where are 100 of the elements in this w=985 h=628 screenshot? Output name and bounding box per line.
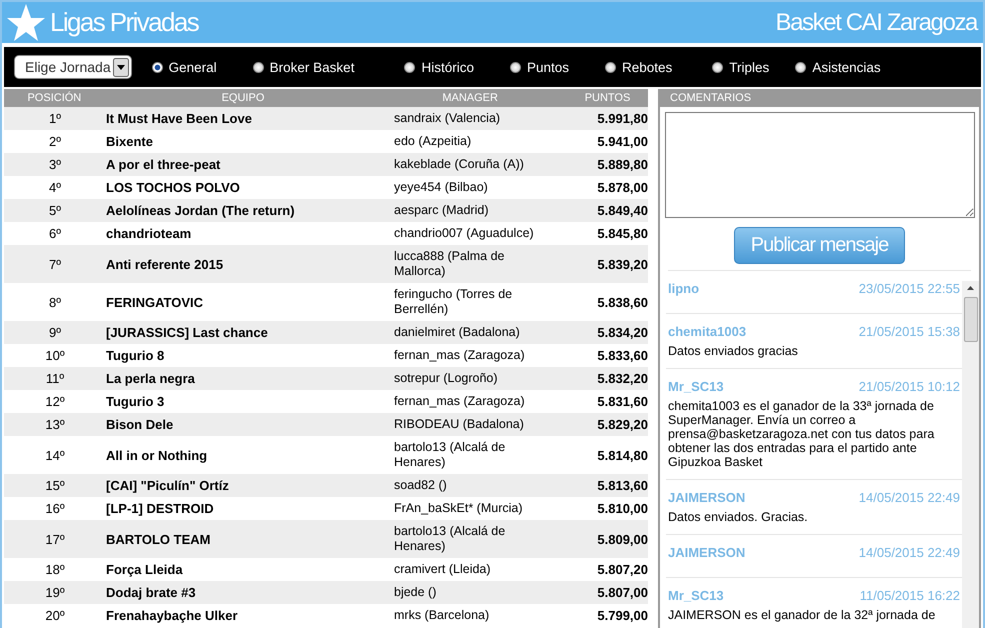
table-cell: 5.834,20 (597, 325, 648, 340)
table-cell: sandraix (Valencia) (394, 111, 500, 125)
comment-date: 14/05/2015 22:49 (858, 545, 960, 560)
table-cell: chandrioteam (106, 226, 192, 241)
table-cell: 5.839,20 (597, 256, 648, 272)
table-cell: 5º (49, 203, 61, 218)
table-cell: 5.807,00 (597, 585, 648, 600)
table-cell: 16º (45, 501, 65, 516)
table-cell: La perla negra (106, 371, 195, 386)
table-cell: 15º (45, 478, 65, 493)
table-cell: edo (Azpeitia) (394, 134, 472, 148)
column-header: POSICIÓN (26, 92, 82, 104)
radio-button[interactable] (404, 62, 416, 72)
table-cell: Aelolíneas Jordan (The return) (106, 203, 295, 218)
comment-date: 23/05/2015 22:55 (858, 281, 960, 296)
table-cell: 5.810,00 (597, 501, 648, 516)
scrollbar-thumb[interactable] (964, 297, 978, 342)
table-cell: 6º (49, 226, 61, 241)
radio-label[interactable]: Broker Basket (270, 60, 354, 74)
table-cell: 5.941,00 (597, 134, 648, 149)
table-cell: Dodaj brate #3 (106, 585, 196, 600)
table-cell: 18º (45, 562, 65, 577)
table-cell: bartolo13 (Alcalá de Henares) (394, 440, 506, 469)
comment-field[interactable] (665, 112, 975, 218)
table-cell: 5.832,20 (597, 371, 648, 386)
table-cell: 12º (45, 394, 65, 409)
table-cell: 4º (49, 180, 61, 195)
table-cell: BARTOLO TEAM (106, 532, 210, 546)
panel-header: COMENTARIOS (660, 89, 979, 107)
radio-button[interactable] (252, 62, 264, 72)
table-cell: 17º (45, 532, 65, 546)
comment-date: 11/05/2015 16:22 (860, 588, 960, 603)
column-header: PUNTOS (584, 92, 632, 104)
radio-button[interactable] (510, 62, 521, 72)
table-cell: [JURASSICS] Last chance (106, 325, 268, 340)
column-header: MANAGER (441, 92, 499, 104)
radio-label[interactable]: Rebotes (622, 60, 672, 74)
comment-text: JAIMERSON es el ganador de la 32ª jornada de (668, 608, 936, 622)
table-cell: chandrio007 (Aguadulce) (394, 226, 534, 240)
table-cell: 5.838,60 (597, 294, 648, 310)
radio-label[interactable]: General (168, 60, 217, 74)
table-cell: 5.831,60 (597, 394, 648, 409)
table-cell: 19º (45, 585, 65, 600)
round-select[interactable]: Elige Jornada (14, 55, 132, 79)
scrollbar[interactable] (962, 281, 979, 628)
radio-label[interactable]: Triples (729, 60, 770, 74)
table-cell: 1º (49, 111, 61, 126)
table-cell: It Must Have Been Love (106, 111, 252, 126)
comment-text: Datos enviados. Gracias. (668, 510, 809, 524)
radio-button[interactable] (152, 62, 163, 72)
site-title: Ligas Privadas (50, 7, 198, 38)
table-cell: 13º (45, 417, 65, 432)
table-cell: bjede () (394, 585, 436, 599)
table-cell: 5.813,60 (597, 478, 648, 493)
team-name: Basket CAI Zaragoza (775, 8, 977, 36)
table-cell: Frenahaybaçhe Ulker (106, 608, 238, 623)
table-cell: kakeblade (Coruña (A)) (394, 157, 524, 171)
table-cell: soad82 () (394, 478, 447, 492)
radio-label[interactable]: Asistencias (812, 60, 881, 74)
table-cell: 20º (45, 608, 65, 623)
comment-date: 21/05/2015 15:38 (858, 324, 960, 339)
table-cell: 5.833,60 (597, 348, 648, 363)
table-cell: 5.807,20 (597, 562, 648, 577)
table-cell: 9º (49, 325, 61, 340)
table-cell: 5.799,00 (597, 608, 648, 623)
table-cell: 7º (49, 256, 61, 272)
table-cell: FERINGATOVIC (106, 294, 204, 310)
column-header: EQUIPO (220, 92, 266, 104)
table-cell: 3º (49, 157, 61, 172)
table-cell: aesparc (Madrid) (394, 203, 488, 217)
table-cell: RIBODEAU (Badalona) (394, 417, 524, 431)
table-cell: 5.849,40 (597, 203, 648, 218)
table-cell: danielmiret (Badalona) (394, 325, 520, 339)
table-cell: lucca888 (Palma de Mallorca) (394, 249, 504, 278)
table-cell: A por el three-peat (106, 157, 220, 172)
table-cell: [LP-1] DESTROID (106, 501, 214, 516)
radio-button[interactable] (605, 62, 616, 72)
table-cell: Anti referente 2015 (106, 256, 224, 272)
comment-text: Datos enviados gracias (668, 344, 799, 358)
table-cell: 8º (49, 294, 61, 310)
table-cell: 5.809,00 (597, 532, 648, 546)
table-cell: cramivert (Lleida) (394, 562, 491, 576)
table-cell: Força Lleida (106, 562, 183, 577)
table-cell: 5.991,80 (597, 111, 648, 126)
table-cell: 5.845,80 (597, 226, 648, 241)
table-cell: mrks (Barcelona) (394, 608, 490, 622)
table-cell: FrAn_baSkEt* (Murcia) (394, 501, 523, 515)
table-cell: Tugurio 8 (106, 348, 164, 363)
radio-label[interactable]: Puntos (526, 60, 569, 74)
table-cell: sotrepur (Logroño) (394, 371, 498, 385)
radio-label[interactable]: Histórico (421, 60, 474, 74)
table-cell: 14º (45, 448, 65, 462)
radio-button[interactable] (795, 62, 806, 72)
table-cell: LOS TOCHOS POLVO (106, 180, 240, 195)
table-cell: 5.878,00 (597, 180, 648, 195)
table-cell: Bison Dele (106, 417, 174, 432)
radio-button[interactable] (712, 62, 724, 72)
comment-text: chemita1003 es el ganador de la 33ª jornada de SuperManager. Envía un correo a prensa@basketzaragoza.net con tus datos para obtener las dos entradas para el partido ante Gipuzkoa Basket (668, 399, 936, 469)
table-cell: fernan_mas (Zaragoza) (394, 348, 525, 362)
comment-date: 14/05/2015 22:49 (858, 490, 960, 505)
